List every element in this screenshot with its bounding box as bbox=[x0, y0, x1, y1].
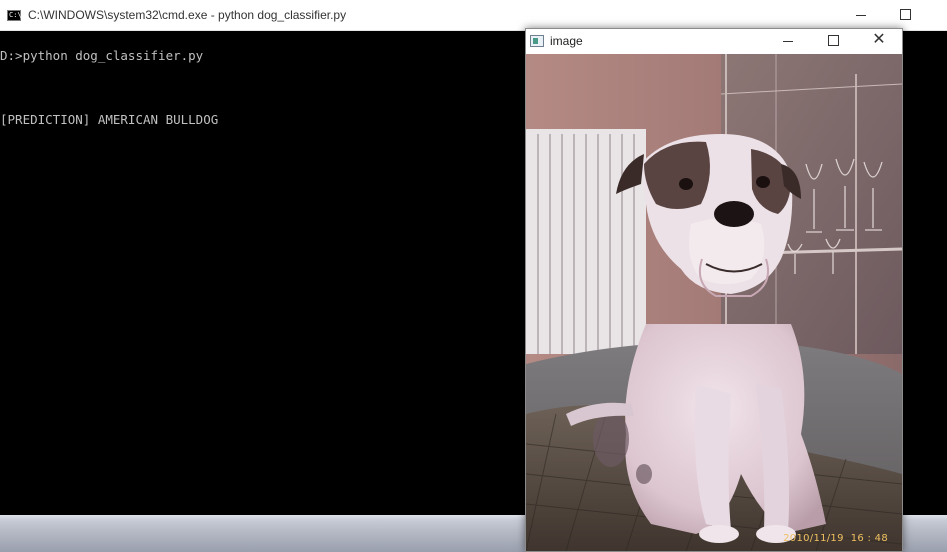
dog-photo-illustration bbox=[526, 54, 902, 551]
maximize-icon[interactable] bbox=[828, 35, 839, 46]
dog-photo: 2010/11/19 16 : 48 bbox=[526, 54, 902, 551]
console-icon: C:\ bbox=[7, 10, 22, 21]
console-prediction-line: [PREDICTION] AMERICAN BULLDOG bbox=[0, 112, 219, 127]
image-window-icon bbox=[530, 35, 544, 47]
maximize-icon[interactable] bbox=[900, 9, 911, 20]
console-command-line: D:>python dog_classifier.py bbox=[0, 48, 204, 63]
image-window-title: image bbox=[550, 34, 583, 48]
image-window: image ✕ 2010/11/19 16: 48 bbox=[525, 28, 903, 552]
minimize-icon[interactable] bbox=[854, 5, 868, 25]
cmd-window-title: C:\WINDOWS\system32\cmd.exe - python dog… bbox=[28, 8, 347, 22]
minimize-icon[interactable] bbox=[782, 35, 794, 47]
photo-timestamp: 2010/11/19 16 : 48 bbox=[783, 533, 888, 544]
close-icon[interactable]: ✕ bbox=[872, 32, 886, 48]
image-title-bar[interactable]: image ✕ bbox=[526, 29, 902, 54]
cmd-title-bar[interactable]: C:\ C:\WINDOWS\system32\cmd.exe - python… bbox=[0, 0, 947, 31]
